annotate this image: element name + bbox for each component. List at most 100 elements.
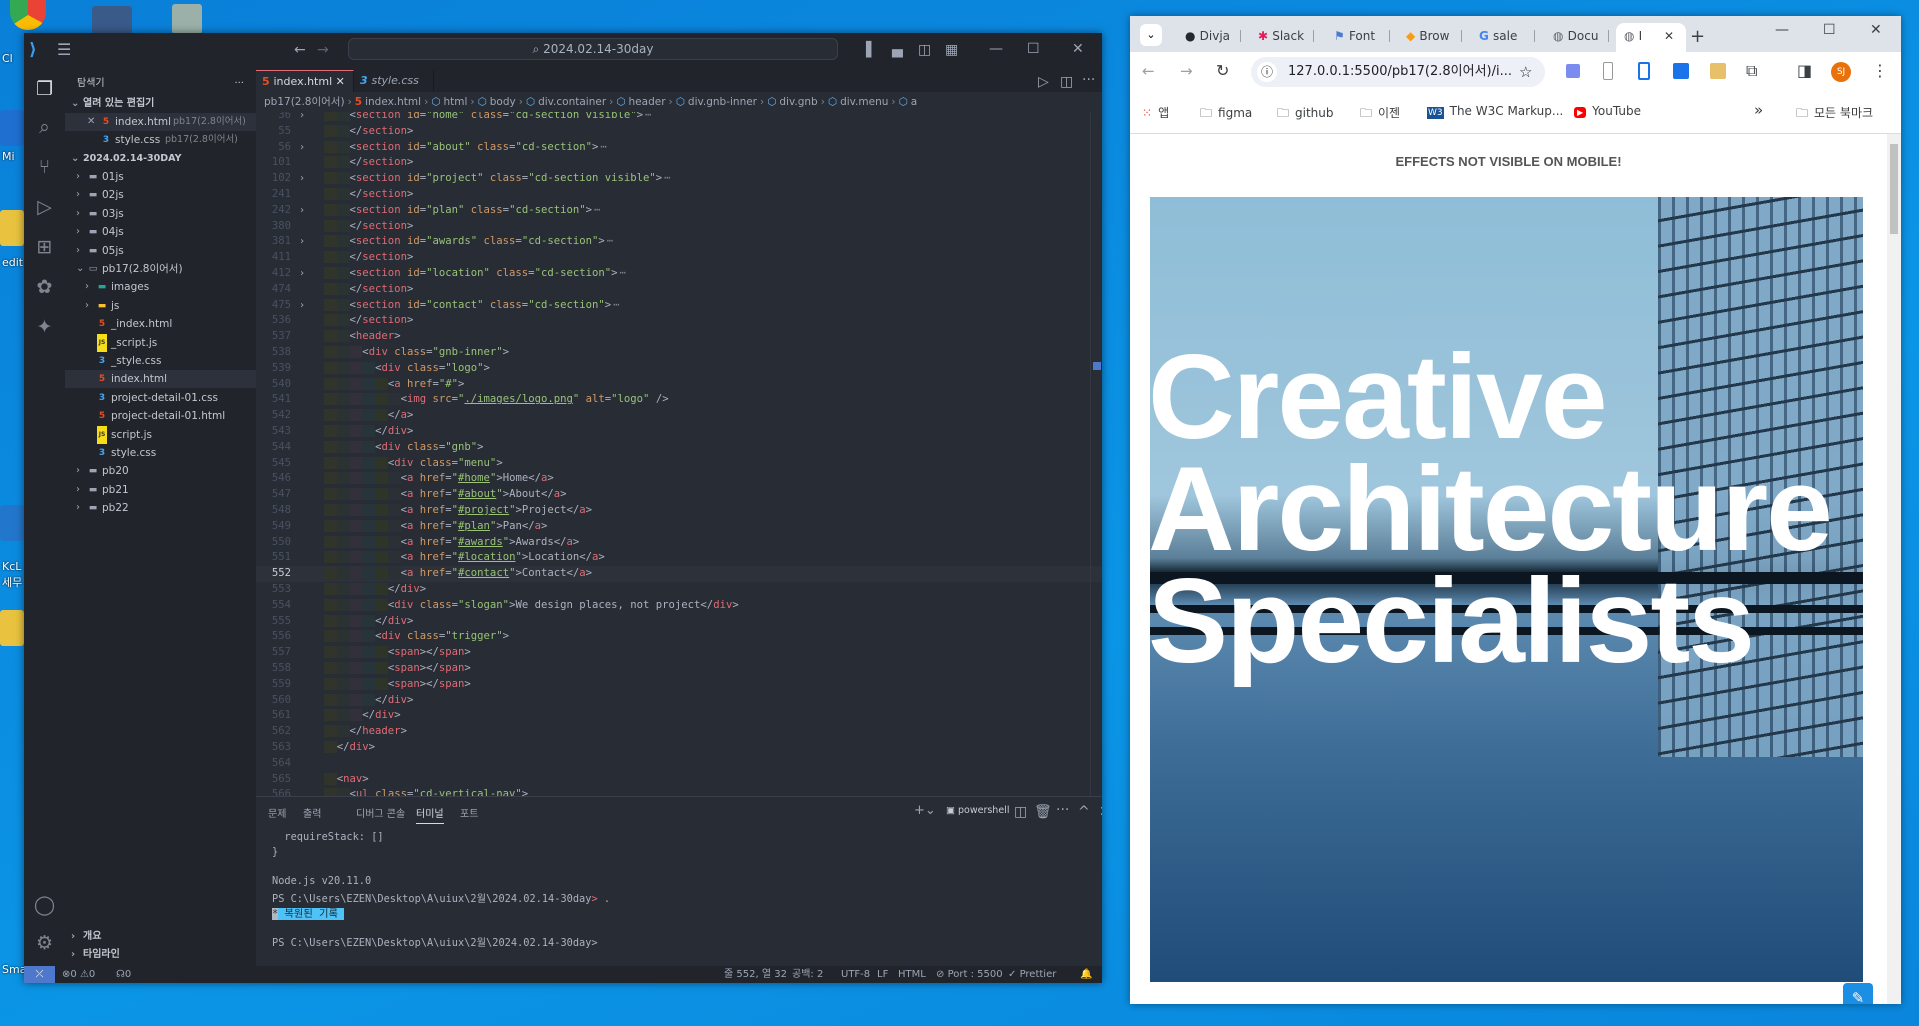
folded-ellipsis-icon[interactable]: ⋯: [613, 298, 619, 314]
bookmark-item[interactable]: ▶ YouTube: [1574, 104, 1641, 118]
figma-icon[interactable]: ✿: [24, 276, 65, 298]
new-terminal-icon[interactable]: +⌄: [914, 804, 936, 817]
browser-tab[interactable]: ✱ Slack: [1250, 23, 1314, 49]
tree-item[interactable]: › ▬ 03js: [65, 205, 256, 223]
folded-ellipsis-icon[interactable]: ⋯: [645, 112, 651, 124]
code-line[interactable]: 560 </div>: [256, 693, 1102, 709]
desktop-icon-label[interactable]: Sma: [2, 963, 26, 976]
code-line[interactable]: 542 </a>: [256, 408, 1102, 424]
code-line[interactable]: 552 <a href="#contact">Contact</a>: [256, 566, 1102, 582]
open-editors-header[interactable]: ⌄ 열려 있는 편집기: [65, 95, 256, 113]
code-line[interactable]: 543 </div>: [256, 424, 1102, 440]
extension-responsive-icon[interactable]: [1638, 62, 1650, 80]
close-icon[interactable]: ✕: [1870, 22, 1882, 38]
tab-index-html[interactable]: 5 index.html ✕: [256, 70, 354, 92]
folder-desktop-icon[interactable]: [0, 210, 24, 246]
close-tab-icon[interactable]: ✕: [1664, 23, 1674, 49]
code-line[interactable]: 241 </section>: [256, 187, 1102, 203]
panel-tab[interactable]: 문제: [268, 805, 286, 820]
code-line[interactable]: 242 › <section id="plan" class="cd-sectio…: [256, 203, 1102, 219]
tree-item[interactable]: › ▬ js: [65, 297, 256, 315]
command-center-search[interactable]: ⌕ 2024.02.14-30day: [348, 38, 838, 60]
page-scrollbar[interactable]: [1887, 134, 1901, 1004]
code-line[interactable]: 539 <div class="logo">: [256, 361, 1102, 377]
tree-item[interactable]: 3 _style.css: [65, 352, 256, 370]
close-panel-icon[interactable]: ✕: [1099, 805, 1102, 819]
code-line[interactable]: 546 <a href="#home">Home</a>: [256, 471, 1102, 487]
code-line[interactable]: 566 <ul class="cd-vertical-nav">: [256, 787, 1102, 796]
extensions-icon[interactable]: ⊞: [24, 236, 65, 258]
breadcrumb-item[interactable]: index.html: [365, 96, 421, 108]
tree-item[interactable]: › ▬ pb21: [65, 481, 256, 499]
folded-ellipsis-icon[interactable]: ⋯: [607, 234, 613, 250]
side-panel-icon[interactable]: ◨: [1797, 61, 1812, 80]
menu-icon[interactable]: ☰: [57, 42, 71, 58]
code-line[interactable]: 36 › <section id="home" class="cd-section…: [256, 112, 1102, 124]
fold-chevron-icon[interactable]: ›: [299, 203, 305, 219]
prettier-status[interactable]: ✓ Prettier: [1008, 966, 1056, 983]
tree-item[interactable]: JS _script.js: [65, 333, 256, 352]
fold-chevron-icon[interactable]: ›: [299, 234, 305, 250]
breadcrumb-item[interactable]: header: [629, 96, 666, 108]
desktop-icon-label[interactable]: Cl: [2, 52, 13, 65]
bookmark-star-icon[interactable]: ☆: [1519, 57, 1532, 87]
breadcrumb-item[interactable]: pb17(2.8이어서): [264, 96, 345, 108]
bookmark-item[interactable]: W3 The W3C Markup...: [1427, 104, 1563, 119]
breadcrumb-item[interactable]: a: [911, 96, 917, 108]
tree-item[interactable]: 5 _index.html: [65, 315, 256, 333]
toggle-secondary-sidebar-icon[interactable]: ◫: [918, 43, 931, 57]
tree-item[interactable]: 5 index.html: [65, 370, 256, 389]
more-actions-icon[interactable]: ···: [1056, 803, 1069, 817]
panel-tab[interactable]: 출력: [303, 805, 321, 820]
more-actions-icon[interactable]: ···: [234, 75, 244, 93]
desktop-icon-label[interactable]: KcL: [2, 560, 21, 573]
folded-ellipsis-icon[interactable]: ⋯: [600, 140, 606, 156]
chrome-menu-icon[interactable]: ⋮: [1872, 61, 1888, 80]
code-line[interactable]: 547 <a href="#about">About</a>: [256, 487, 1102, 503]
indentation[interactable]: 공백: 2: [792, 966, 823, 983]
code-line[interactable]: 558 <span></span>: [256, 661, 1102, 677]
chrome-desktop-icon[interactable]: [10, 0, 46, 30]
forward-icon[interactable]: →: [317, 43, 329, 57]
extensions-puzzle-icon[interactable]: ⧉: [1746, 61, 1757, 81]
code-line[interactable]: 565 <nav>: [256, 772, 1102, 788]
toggle-sidebar-icon[interactable]: ▌: [866, 43, 877, 57]
split-terminal-icon[interactable]: ◫: [1014, 805, 1027, 819]
tree-item[interactable]: 5 project-detail-01.html: [65, 407, 256, 425]
fold-chevron-icon[interactable]: ›: [299, 266, 305, 282]
desktop-icon-label[interactable]: Mi: [2, 150, 15, 163]
new-tab-button[interactable]: +: [1690, 26, 1705, 47]
search-icon[interactable]: ⌕: [24, 116, 65, 138]
fold-chevron-icon[interactable]: ›: [299, 171, 305, 187]
address-bar[interactable]: ⓘ 127.0.0.1:5500/pb17(2.8이어서)/i... ☆: [1251, 57, 1545, 87]
back-icon[interactable]: ←: [294, 43, 306, 57]
edge-desktop-icon[interactable]: [0, 110, 24, 146]
folded-ellipsis-icon[interactable]: ⋯: [664, 171, 670, 187]
open-editor-item[interactable]: 3 style.css pb17(2.8이어서): [65, 131, 256, 149]
more-bookmarks-icon[interactable]: »: [1754, 101, 1763, 119]
bookmark-item[interactable]: ⁙ 앱: [1142, 104, 1169, 121]
outline-section[interactable]: › 개요: [65, 928, 256, 946]
tree-item[interactable]: › ▬ images: [65, 278, 256, 296]
encoding[interactable]: UTF-8: [841, 966, 870, 983]
code-line[interactable]: 545 <div class="menu">: [256, 456, 1102, 472]
workspace-header[interactable]: ⌄ 2024.02.14-30DAY: [65, 150, 256, 168]
code-line[interactable]: 550 <a href="#awards">Awards</a>: [256, 535, 1102, 551]
code-line[interactable]: 538 <div class="gnb-inner">: [256, 345, 1102, 361]
ports-indicator[interactable]: ☊0: [116, 966, 131, 983]
code-line[interactable]: 101 </section>: [256, 155, 1102, 171]
forward-icon[interactable]: →: [1180, 62, 1193, 80]
code-line[interactable]: 55 </section>: [256, 124, 1102, 140]
code-line[interactable]: 554 <div class="slogan">We design places…: [256, 598, 1102, 614]
bookmark-item[interactable]: 🗀 이젠: [1360, 104, 1400, 125]
code-line[interactable]: 559 <span></span>: [256, 677, 1102, 693]
panel-tab[interactable]: 디버그 콘솔: [356, 805, 405, 820]
code-line[interactable]: 536 </section>: [256, 313, 1102, 329]
extension-image-icon[interactable]: [1710, 63, 1726, 79]
tree-item[interactable]: › ▬ 04js: [65, 223, 256, 241]
remote-explorer-icon[interactable]: ✦: [24, 316, 65, 338]
browser-tab[interactable]: G sale: [1471, 23, 1535, 49]
bookmark-item[interactable]: 🗀 figma: [1200, 104, 1252, 125]
browser-tab[interactable]: ● Divja: [1177, 23, 1241, 49]
fold-chevron-icon[interactable]: ›: [299, 140, 305, 156]
